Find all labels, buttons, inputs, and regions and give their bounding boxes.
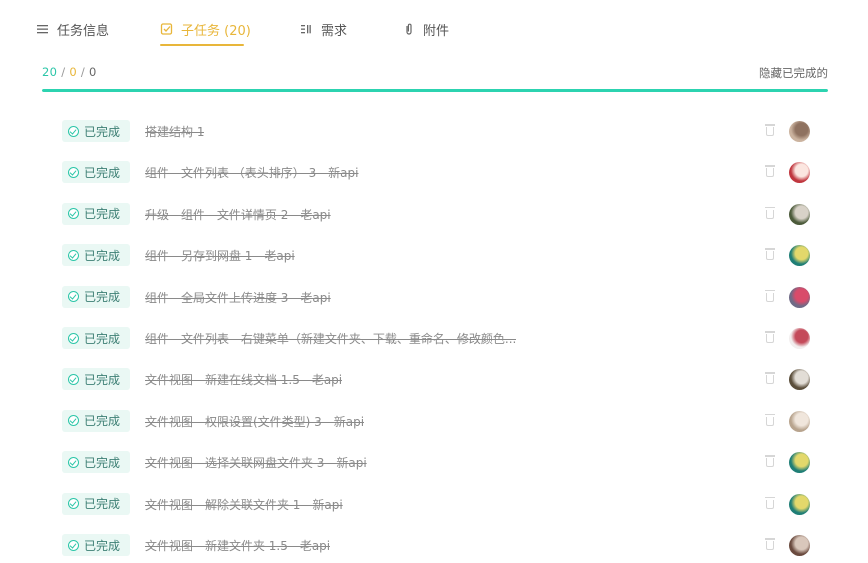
tab-bar: 任务信息 子任务 (20) 需求 附件	[0, 0, 868, 52]
status-badge[interactable]: 已完成	[62, 285, 130, 308]
subtask-title[interactable]: 文件视图 - 解除关联文件夹 1 - 新api	[145, 496, 343, 513]
tab-requirements[interactable]: 需求	[300, 18, 347, 40]
todo-count: 0	[89, 65, 97, 79]
avatar[interactable]	[789, 203, 810, 225]
check-circle-icon	[68, 291, 79, 303]
check-circle-icon	[68, 125, 79, 137]
in-progress-count: 0	[69, 65, 77, 79]
subtask-row[interactable]: 已完成 升级 - 组件 - 文件详情页 2 - 老api	[60, 194, 818, 230]
trash-icon[interactable]	[764, 164, 776, 178]
subtask-title[interactable]: 文件视图 - 选择关联网盘文件夹 3 - 新api	[145, 454, 367, 471]
subtask-row[interactable]: 已完成 文件视图 - 权限设置(文件类型) 3 - 新api	[60, 401, 818, 437]
trash-icon[interactable]	[764, 413, 776, 427]
trash-icon[interactable]	[764, 289, 776, 303]
subtask-row[interactable]: 已完成 文件视图 - 新建文件夹 1.5 - 老api	[60, 525, 818, 561]
subtask-row[interactable]: 已完成 组件 - 文件列表 - 右键菜单（新建文件夹、下载、重命名、修改颜色...	[60, 318, 818, 354]
progress-fill	[42, 89, 828, 92]
trash-icon[interactable]	[764, 247, 776, 261]
subtask-row[interactable]: 已完成 组件 - 另存到网盘 1 - 老api	[60, 235, 818, 271]
status-label: 已完成	[84, 372, 121, 387]
status-label: 已完成	[84, 165, 121, 180]
status-label: 已完成	[84, 538, 121, 553]
check-circle-icon	[68, 208, 79, 220]
status-label: 已完成	[84, 124, 121, 139]
subtask-title[interactable]: 文件视图 - 新建文件夹 1.5 - 老api	[145, 537, 330, 554]
check-circle-icon	[68, 539, 79, 551]
tab-label: 子任务 (20)	[181, 23, 251, 39]
check-circle-icon	[68, 249, 79, 261]
avatar[interactable]	[789, 493, 810, 515]
trash-icon[interactable]	[764, 123, 776, 137]
status-badge[interactable]: 已完成	[62, 409, 130, 432]
avatar[interactable]	[789, 245, 810, 267]
trash-icon[interactable]	[764, 454, 776, 468]
trash-icon[interactable]	[764, 330, 776, 344]
status-badge[interactable]: 已完成	[62, 202, 130, 225]
list-icon	[36, 22, 50, 36]
trash-icon[interactable]	[764, 496, 776, 510]
avatar[interactable]	[789, 452, 810, 474]
status-badge[interactable]: 已完成	[62, 534, 130, 556]
avatar[interactable]	[789, 162, 810, 184]
subtask-title[interactable]: 文件视图 - 权限设置(文件类型) 3 - 新api	[145, 413, 364, 430]
avatar[interactable]	[789, 369, 810, 391]
check-circle-icon	[68, 166, 79, 178]
requirement-icon	[300, 22, 314, 36]
paperclip-icon	[402, 22, 416, 36]
subtask-title[interactable]: 升级 - 组件 - 文件详情页 2 - 老api	[145, 206, 331, 223]
subtask-row[interactable]: 已完成 组件 - 全局文件上传进度 3 - 老api	[60, 277, 818, 313]
status-label: 已完成	[84, 331, 121, 346]
avatar[interactable]	[789, 328, 810, 349]
subtask-title[interactable]: 组件 - 文件列表 （表头排序） 3 - 新api	[145, 164, 359, 181]
status-label: 已完成	[84, 290, 121, 305]
check-circle-icon	[68, 373, 79, 385]
check-circle-icon	[68, 415, 79, 427]
active-tab-indicator	[160, 44, 244, 46]
status-badge[interactable]: 已完成	[62, 161, 130, 184]
tab-subtasks[interactable]: 子任务 (20)	[160, 18, 251, 40]
trash-icon[interactable]	[764, 206, 776, 220]
subtask-title[interactable]: 搭建结构 1	[145, 123, 204, 140]
subtask-row[interactable]: 已完成 文件视图 - 新建在线文档 1.5 - 老api	[60, 359, 818, 395]
tab-label: 任务信息	[57, 23, 110, 39]
check-circle-icon	[68, 498, 79, 510]
subtask-icon	[160, 22, 174, 36]
status-label: 已完成	[84, 414, 121, 429]
status-label: 已完成	[84, 207, 121, 222]
subtask-title[interactable]: 组件 - 文件列表 - 右键菜单（新建文件夹、下载、重命名、修改颜色...	[145, 330, 516, 347]
done-count: 20	[42, 65, 58, 79]
subtask-row[interactable]: 已完成 文件视图 - 解除关联文件夹 1 - 新api	[60, 484, 818, 520]
status-label: 已完成	[84, 248, 121, 263]
subtask-row[interactable]: 已完成 搭建结构 1	[60, 111, 818, 147]
subtask-summary: 20 / 0 / 0 隐藏已完成的	[42, 64, 828, 82]
check-circle-icon	[68, 332, 79, 344]
status-label: 已完成	[84, 497, 121, 512]
subtask-row[interactable]: 已完成 文件视图 - 选择关联网盘文件夹 3 - 新api	[60, 442, 818, 478]
tab-label: 附件	[423, 23, 450, 39]
avatar[interactable]	[789, 410, 810, 432]
subtask-title[interactable]: 文件视图 - 新建在线文档 1.5 - 老api	[145, 371, 342, 388]
tab-attachments[interactable]: 附件	[402, 18, 449, 40]
hide-completed-toggle[interactable]: 隐藏已完成的	[759, 65, 828, 81]
subtask-row[interactable]: 已完成 组件 - 文件列表 （表头排序） 3 - 新api	[60, 152, 818, 188]
status-label: 已完成	[84, 455, 121, 470]
completion-progress-bar	[42, 89, 828, 92]
avatar[interactable]	[789, 286, 810, 308]
subtask-title[interactable]: 组件 - 全局文件上传进度 3 - 老api	[145, 289, 331, 306]
status-badge[interactable]: 已完成	[62, 327, 130, 349]
completion-counts: 20 / 0 / 0	[42, 65, 97, 79]
subtask-title[interactable]: 组件 - 另存到网盘 1 - 老api	[145, 247, 295, 264]
trash-icon[interactable]	[764, 371, 776, 385]
tab-label: 需求	[321, 23, 348, 39]
status-badge[interactable]: 已完成	[62, 368, 130, 391]
status-badge[interactable]: 已完成	[62, 451, 130, 474]
status-badge[interactable]: 已完成	[62, 492, 130, 515]
avatar[interactable]	[789, 535, 810, 556]
trash-icon[interactable]	[764, 537, 776, 551]
avatar[interactable]	[789, 121, 810, 142]
status-badge[interactable]: 已完成	[62, 244, 130, 267]
status-badge[interactable]: 已完成	[62, 120, 130, 142]
tab-task-info[interactable]: 任务信息	[36, 18, 109, 40]
check-circle-icon	[68, 456, 79, 468]
